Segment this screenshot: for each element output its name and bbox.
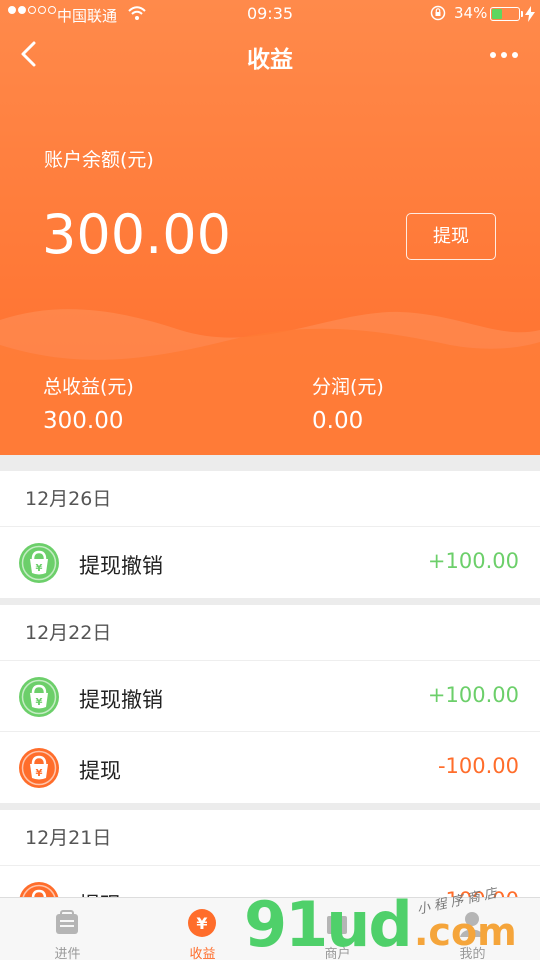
transaction-row[interactable]: ¥ 提现撤销 +100.00 (0, 661, 540, 732)
balance-value: 300.00 (42, 203, 231, 266)
more-dots-icon[interactable] (490, 52, 518, 58)
watermark-domain: .com (414, 910, 517, 954)
transaction-amount: +100.00 (427, 549, 519, 573)
watermark-logo: 91ud (244, 888, 413, 960)
yuan-coin-icon: ¥ (188, 909, 216, 937)
svg-text:¥: ¥ (196, 914, 207, 933)
transaction-row[interactable]: ¥ 提现 -100.00 (0, 732, 540, 803)
page-title: 收益 (247, 47, 293, 73)
balance-label: 账户余额(元) (44, 149, 154, 171)
battery-tip (521, 11, 523, 17)
transaction-label: 提现撤销 (79, 554, 163, 578)
transaction-amount: +100.00 (427, 683, 519, 707)
withdraw-button[interactable]: 提现 (406, 213, 496, 260)
total-earnings-label: 总收益(元) (43, 376, 134, 398)
total-earnings-value: 300.00 (43, 408, 124, 434)
profit-share-value: 0.00 (312, 408, 364, 434)
transaction-label: 提现 (79, 759, 121, 783)
rotation-lock-icon (430, 5, 446, 21)
transaction-amount: -100.00 (437, 754, 519, 778)
transaction-group: 12月26日 ¥ 提现撤销 +100.00 (0, 471, 540, 598)
navigation-bar: 收益 (0, 30, 540, 80)
transaction-row[interactable]: ¥ 提现撤销 +100.00 (0, 527, 540, 598)
tab-label: 进件 (54, 947, 81, 960)
money-bag-icon: ¥ (19, 677, 59, 717)
briefcase-icon (56, 910, 78, 934)
money-bag-icon: ¥ (19, 543, 59, 583)
svg-text:¥: ¥ (36, 563, 43, 574)
status-bar: 中国联通 09:35 34% (0, 0, 540, 28)
svg-text:¥: ¥ (36, 768, 43, 779)
money-bag-icon: ¥ (19, 748, 59, 788)
battery-percent: 34% (454, 4, 488, 22)
tab-intake[interactable]: 进件 (0, 898, 135, 960)
battery-icon (490, 7, 520, 21)
group-date: 12月26日 (0, 471, 540, 527)
svg-text:¥: ¥ (36, 697, 43, 708)
site-watermark: 91ud 小程序商店 .com (238, 885, 540, 960)
transaction-group: 12月22日 ¥ 提现撤销 +100.00 ¥ 提现 -100.00 (0, 605, 540, 803)
transaction-list: 12月26日 ¥ 提现撤销 +100.00 12月22日 ¥ 提现撤销 +100… (0, 471, 540, 944)
group-date: 12月21日 (0, 810, 540, 866)
charging-bolt-icon (525, 6, 535, 22)
profit-share-label: 分润(元) (312, 376, 384, 398)
group-date: 12月22日 (0, 605, 540, 661)
transaction-label: 提现撤销 (79, 688, 163, 712)
